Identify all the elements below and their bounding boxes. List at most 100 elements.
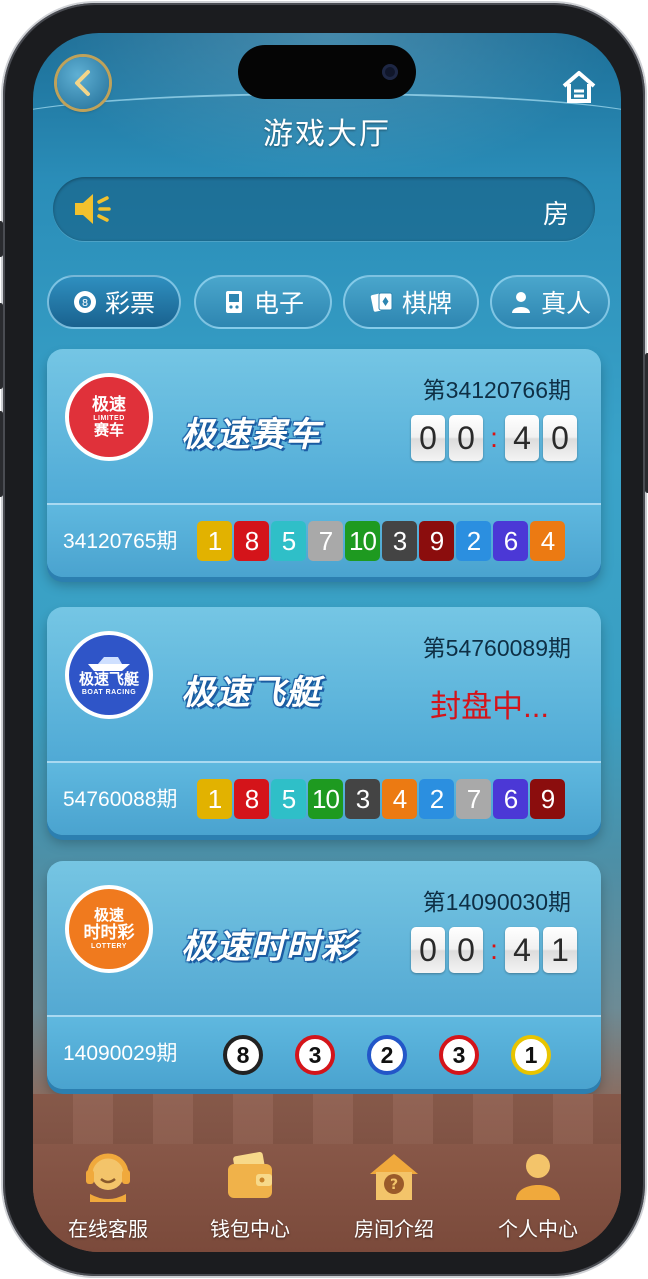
game-card-ssc[interactable]: 极速 时时彩 LOTTERY 极速时时彩 第14090030期 0 0 : 4 …: [47, 861, 601, 1089]
countdown-digit: 4: [505, 415, 539, 461]
status-closed: 封盘中...: [430, 689, 549, 724]
svg-text:8: 8: [82, 298, 88, 309]
category-tabs: 8 彩票 电子 棋牌 真人: [47, 275, 621, 331]
result-number: 1: [197, 521, 232, 561]
result-ball: 1: [511, 1035, 551, 1075]
result-number: 8: [234, 521, 269, 561]
volume-up-button: [0, 303, 3, 389]
logo-text: 极速: [93, 906, 124, 924]
last-issue: 14090029期: [63, 1042, 178, 1065]
nav-profile[interactable]: 个人中心: [473, 1146, 603, 1242]
house-question-icon: ?: [370, 1154, 418, 1200]
countdown-digit: 0: [449, 415, 483, 461]
current-period: 第14090030期: [422, 889, 571, 915]
nav-room-intro[interactable]: ? 房间介绍: [329, 1146, 459, 1242]
nav-customer-service[interactable]: 在线客服: [43, 1146, 173, 1242]
result-number: 2: [456, 521, 491, 561]
logo-text: 赛车: [93, 421, 124, 439]
tab-lottery[interactable]: 8 彩票: [47, 275, 181, 329]
result-numbers: 1 8 5 7 10 3 9 2 6 4: [197, 521, 565, 561]
result-ball: 8: [223, 1035, 263, 1075]
result-row: 14090029期 83231: [47, 1015, 601, 1089]
boat-logo: 极速飞艇 BOAT RACING: [65, 631, 153, 719]
logo-text: 时时彩: [83, 922, 135, 942]
result-row: 54760088期 1 8 5 10 3 4 2 7 6 9: [47, 761, 601, 835]
nav-label: 房间介绍: [354, 1219, 434, 1241]
back-button[interactable]: [57, 57, 109, 109]
result-number: 4: [530, 521, 565, 561]
countdown-timer: 0 0 : 4 0: [411, 415, 577, 461]
logo-subtext: BOAT RACING: [81, 688, 137, 696]
result-number: 6: [493, 521, 528, 561]
nav-label: 钱包中心: [210, 1219, 290, 1241]
home-button[interactable]: [561, 69, 597, 105]
game-title: 极速赛车: [181, 416, 321, 454]
wallet-icon: [228, 1152, 272, 1198]
mute-switch: [0, 221, 3, 257]
game-card-racing[interactable]: 极速 LIMITED 赛车 极速赛车 第34120766期 0 0 : 4 0 …: [47, 349, 601, 577]
dynamic-island: [238, 45, 416, 99]
last-issue: 54760088期: [63, 788, 178, 811]
bottom-nav: 在线客服 钱包中心 ? 房间介绍 个人中心: [33, 1094, 621, 1252]
notice-bar: 房: [53, 177, 595, 241]
tab-label: 彩票: [104, 290, 155, 318]
nav-label: 个人中心: [498, 1219, 578, 1241]
game-title: 极速飞艇: [181, 674, 321, 712]
game-title: 极速时时彩: [181, 928, 356, 966]
logo-text: 极速飞艇: [78, 670, 139, 688]
phone-frame: 游戏大厅 房 8 彩票 电子 棋牌 真人 极速 LIMITED 赛车 极速赛车 …: [0, 3, 648, 1276]
current-period: 第34120766期: [422, 377, 571, 403]
tab-electronic[interactable]: 电子: [194, 275, 332, 329]
result-numbers: 1 8 5 10 3 4 2 7 6 9: [197, 779, 565, 819]
result-ball: 3: [439, 1035, 479, 1075]
page-title: 游戏大厅: [263, 118, 391, 151]
countdown-digit: 0: [449, 927, 483, 973]
countdown-digit: 4: [505, 927, 539, 973]
result-number: 10: [308, 779, 343, 819]
svg-text:?: ?: [390, 1177, 398, 1193]
countdown-timer: 0 0 : 4 1: [411, 927, 577, 973]
tab-live[interactable]: 真人: [490, 275, 610, 329]
headset-support-icon: [86, 1153, 130, 1202]
tab-label: 真人: [540, 290, 591, 318]
result-balls: 83231: [223, 1035, 551, 1075]
countdown-colon: :: [490, 422, 498, 453]
result-number: 4: [382, 779, 417, 819]
countdown-colon: :: [490, 934, 498, 965]
countdown-digit: 0: [411, 415, 445, 461]
game-card-boat[interactable]: 极速飞艇 BOAT RACING 极速飞艇 第54760089期 封盘中... …: [47, 607, 601, 835]
playing-cards-icon: [370, 292, 393, 312]
countdown-digit: 0: [543, 415, 577, 461]
chevron-left-icon: [75, 70, 90, 96]
result-number: 7: [456, 779, 491, 819]
handheld-console-icon: [225, 291, 242, 313]
result-number: 9: [419, 521, 454, 561]
result-number: 10: [345, 521, 380, 561]
result-number: 3: [382, 521, 417, 561]
nav-wallet[interactable]: 钱包中心: [185, 1146, 315, 1242]
result-number: 7: [308, 521, 343, 561]
screen: 游戏大厅 房 8 彩票 电子 棋牌 真人 极速 LIMITED 赛车 极速赛车 …: [33, 33, 621, 1252]
tab-chess-cards[interactable]: 棋牌: [343, 275, 479, 329]
ssc-logo: 极速 时时彩 LOTTERY: [65, 885, 153, 973]
home-icon: [562, 71, 596, 103]
volume-down-button: [0, 411, 3, 497]
result-row: 34120765期 1 8 5 7 10 3 9 2 6 4: [47, 503, 601, 577]
result-number: 3: [345, 779, 380, 819]
last-issue: 34120765期: [63, 530, 178, 553]
racing-logo: 极速 LIMITED 赛车: [65, 373, 153, 461]
result-number: 5: [271, 521, 306, 561]
ball-8-icon: 8: [73, 291, 96, 313]
logo-text: 极速: [92, 394, 126, 414]
result-number: 2: [419, 779, 454, 819]
result-number: 5: [271, 779, 306, 819]
result-number: 9: [530, 779, 565, 819]
current-period: 第54760089期: [422, 635, 571, 661]
result-ball: 3: [295, 1035, 335, 1075]
notice-text: 房: [542, 199, 569, 229]
result-ball: 2: [367, 1035, 407, 1075]
result-number: 1: [197, 779, 232, 819]
tab-label: 棋牌: [401, 290, 452, 318]
boat-icon: [88, 656, 130, 671]
person-icon: [511, 292, 530, 313]
